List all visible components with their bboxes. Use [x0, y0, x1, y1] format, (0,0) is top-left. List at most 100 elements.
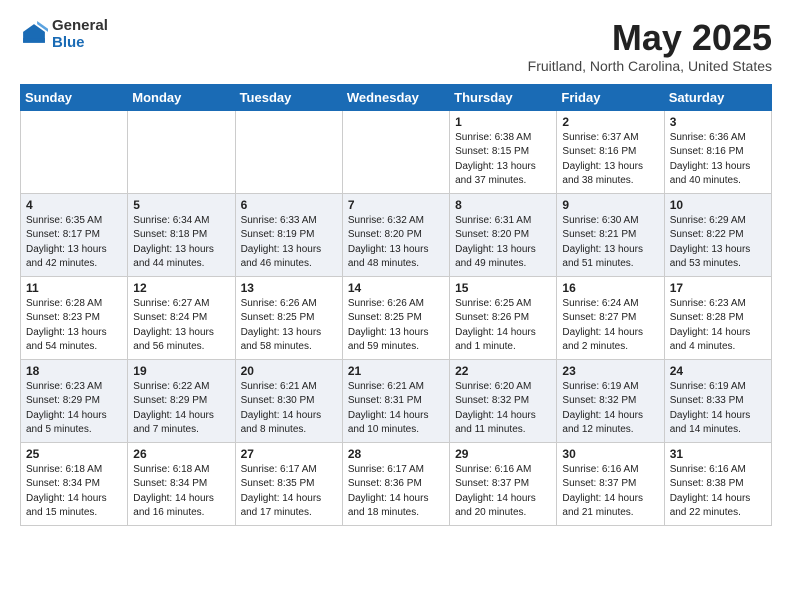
day-info: Sunrise: 6:34 AM Sunset: 8:18 PM Dayligh… — [133, 214, 229, 272]
calendar-cell: 16Sunrise: 6:24 AM Sunset: 8:27 PM Dayli… — [557, 276, 664, 359]
calendar-cell: 18Sunrise: 6:23 AM Sunset: 8:29 PM Dayli… — [21, 359, 128, 442]
calendar-week-2: 4 Sunrise: 6:35 AM Sunset: 8:17 PM Daylig… — [21, 193, 772, 276]
day-info: Sunrise: 6:16 AM Sunset: 8:37 PM Dayligh… — [455, 463, 551, 521]
day-info: Sunrise: 6:31 AM Sunset: 8:20 PM Dayligh… — [455, 214, 551, 272]
day-number: 21 — [348, 364, 444, 378]
logo-blue: Blue — [52, 35, 108, 52]
day-number: 17 — [670, 281, 766, 295]
day-info: Sunrise: 6:20 AM Sunset: 8:32 PM Dayligh… — [455, 380, 551, 438]
day-number: 7 — [348, 198, 444, 212]
day-number: 16 — [562, 281, 658, 295]
calendar-cell: 2 Sunrise: 6:37 AM Sunset: 8:16 PM Daylig… — [557, 110, 664, 193]
logo: General Blue — [20, 18, 108, 51]
day-number: 8 — [455, 198, 551, 212]
calendar-cell: 31Sunrise: 6:16 AM Sunset: 8:38 PM Dayli… — [664, 442, 771, 525]
day-number: 23 — [562, 364, 658, 378]
calendar-cell: 29 Sunrise: 6:16 AM Sunset: 8:37 PM Dayli… — [450, 442, 557, 525]
calendar-cell: 8 Sunrise: 6:31 AM Sunset: 8:20 PM Daylig… — [450, 193, 557, 276]
day-number: 18 — [26, 364, 122, 378]
calendar-cell: 19 Sunrise: 6:22 AM Sunset: 8:29 PM Dayli… — [128, 359, 235, 442]
calendar-cell: 3 Sunrise: 6:36 AM Sunset: 8:16 PM Daylig… — [664, 110, 771, 193]
day-number: 29 — [455, 447, 551, 461]
day-info: Sunrise: 6:16 AM Sunset: 8:38 PM Dayligh… — [670, 463, 766, 521]
day-number: 26 — [133, 447, 229, 461]
calendar-header-tuesday: Tuesday — [235, 84, 342, 110]
calendar-cell: 15Sunrise: 6:25 AM Sunset: 8:26 PM Dayli… — [450, 276, 557, 359]
day-info: Sunrise: 6:29 AM Sunset: 8:22 PM Dayligh… — [670, 214, 766, 272]
logo-general: General — [52, 18, 108, 35]
day-info: Sunrise: 6:21 AM Sunset: 8:30 PM Dayligh… — [241, 380, 337, 438]
month-title: May 2025 — [528, 18, 772, 58]
calendar-cell: 6 Sunrise: 6:33 AM Sunset: 8:19 PM Daylig… — [235, 193, 342, 276]
day-info: Sunrise: 6:28 AM Sunset: 8:23 PM Dayligh… — [26, 297, 122, 355]
day-info: Sunrise: 6:19 AM Sunset: 8:33 PM Dayligh… — [670, 380, 766, 438]
day-info: Sunrise: 6:18 AM Sunset: 8:34 PM Dayligh… — [26, 463, 122, 521]
day-info: Sunrise: 6:33 AM Sunset: 8:19 PM Dayligh… — [241, 214, 337, 272]
header: General Blue May 2025 Fruitland, North C… — [20, 18, 772, 74]
day-number: 5 — [133, 198, 229, 212]
calendar-cell: 26 Sunrise: 6:18 AM Sunset: 8:34 PM Dayli… — [128, 442, 235, 525]
day-info: Sunrise: 6:26 AM Sunset: 8:25 PM Dayligh… — [241, 297, 337, 355]
calendar-cell: 30 Sunrise: 6:16 AM Sunset: 8:37 PM Dayli… — [557, 442, 664, 525]
calendar-cell: 9 Sunrise: 6:30 AM Sunset: 8:21 PM Daylig… — [557, 193, 664, 276]
calendar-cell: 25 Sunrise: 6:18 AM Sunset: 8:34 PM Dayli… — [21, 442, 128, 525]
day-info: Sunrise: 6:30 AM Sunset: 8:21 PM Dayligh… — [562, 214, 658, 272]
day-info: Sunrise: 6:16 AM Sunset: 8:37 PM Dayligh… — [562, 463, 658, 521]
calendar-table: SundayMondayTuesdayWednesdayThursdayFrid… — [20, 84, 772, 526]
calendar-cell: 7Sunrise: 6:32 AM Sunset: 8:20 PM Daylig… — [342, 193, 449, 276]
calendar-header-row: SundayMondayTuesdayWednesdayThursdayFrid… — [21, 84, 772, 110]
calendar-header-friday: Friday — [557, 84, 664, 110]
day-info: Sunrise: 6:35 AM Sunset: 8:17 PM Dayligh… — [26, 214, 122, 272]
day-number: 12 — [133, 281, 229, 295]
calendar-cell: 10 Sunrise: 6:29 AM Sunset: 8:22 PM Dayli… — [664, 193, 771, 276]
day-info: Sunrise: 6:22 AM Sunset: 8:29 PM Dayligh… — [133, 380, 229, 438]
day-info: Sunrise: 6:36 AM Sunset: 8:16 PM Dayligh… — [670, 131, 766, 189]
calendar-header-sunday: Sunday — [21, 84, 128, 110]
day-number: 30 — [562, 447, 658, 461]
day-info: Sunrise: 6:21 AM Sunset: 8:31 PM Dayligh… — [348, 380, 444, 438]
day-number: 19 — [133, 364, 229, 378]
day-number: 20 — [241, 364, 337, 378]
day-info: Sunrise: 6:37 AM Sunset: 8:16 PM Dayligh… — [562, 131, 658, 189]
calendar-week-5: 25 Sunrise: 6:18 AM Sunset: 8:34 PM Dayli… — [21, 442, 772, 525]
day-number: 22 — [455, 364, 551, 378]
calendar-header-saturday: Saturday — [664, 84, 771, 110]
day-number: 2 — [562, 115, 658, 129]
calendar-cell — [235, 110, 342, 193]
day-info: Sunrise: 6:18 AM Sunset: 8:34 PM Dayligh… — [133, 463, 229, 521]
day-number: 9 — [562, 198, 658, 212]
day-number: 15 — [455, 281, 551, 295]
calendar-header-wednesday: Wednesday — [342, 84, 449, 110]
day-number: 11 — [26, 281, 122, 295]
calendar-header-monday: Monday — [128, 84, 235, 110]
calendar-cell: 4 Sunrise: 6:35 AM Sunset: 8:17 PM Daylig… — [21, 193, 128, 276]
calendar-cell: 28Sunrise: 6:17 AM Sunset: 8:36 PM Dayli… — [342, 442, 449, 525]
day-info: Sunrise: 6:38 AM Sunset: 8:15 PM Dayligh… — [455, 131, 551, 189]
calendar-cell: 5 Sunrise: 6:34 AM Sunset: 8:18 PM Daylig… — [128, 193, 235, 276]
calendar-cell — [342, 110, 449, 193]
calendar-week-4: 18Sunrise: 6:23 AM Sunset: 8:29 PM Dayli… — [21, 359, 772, 442]
title-block: May 2025 Fruitland, North Carolina, Unit… — [528, 18, 772, 74]
day-number: 6 — [241, 198, 337, 212]
day-number: 14 — [348, 281, 444, 295]
calendar-cell — [128, 110, 235, 193]
day-number: 3 — [670, 115, 766, 129]
logo-text: General Blue — [52, 18, 108, 51]
location: Fruitland, North Carolina, United States — [528, 58, 772, 74]
day-number: 13 — [241, 281, 337, 295]
day-number: 10 — [670, 198, 766, 212]
calendar-week-1: 1Sunrise: 6:38 AM Sunset: 8:15 PM Daylig… — [21, 110, 772, 193]
calendar-cell: 14 Sunrise: 6:26 AM Sunset: 8:25 PM Dayli… — [342, 276, 449, 359]
day-info: Sunrise: 6:26 AM Sunset: 8:25 PM Dayligh… — [348, 297, 444, 355]
day-number: 25 — [26, 447, 122, 461]
calendar-cell: 24 Sunrise: 6:19 AM Sunset: 8:33 PM Dayli… — [664, 359, 771, 442]
calendar-cell: 22 Sunrise: 6:20 AM Sunset: 8:32 PM Dayli… — [450, 359, 557, 442]
day-number: 24 — [670, 364, 766, 378]
page: General Blue May 2025 Fruitland, North C… — [0, 0, 792, 544]
calendar-header-thursday: Thursday — [450, 84, 557, 110]
day-number: 4 — [26, 198, 122, 212]
calendar-cell — [21, 110, 128, 193]
calendar-cell: 23 Sunrise: 6:19 AM Sunset: 8:32 PM Dayli… — [557, 359, 664, 442]
day-info: Sunrise: 6:19 AM Sunset: 8:32 PM Dayligh… — [562, 380, 658, 438]
calendar-cell: 12Sunrise: 6:27 AM Sunset: 8:24 PM Dayli… — [128, 276, 235, 359]
